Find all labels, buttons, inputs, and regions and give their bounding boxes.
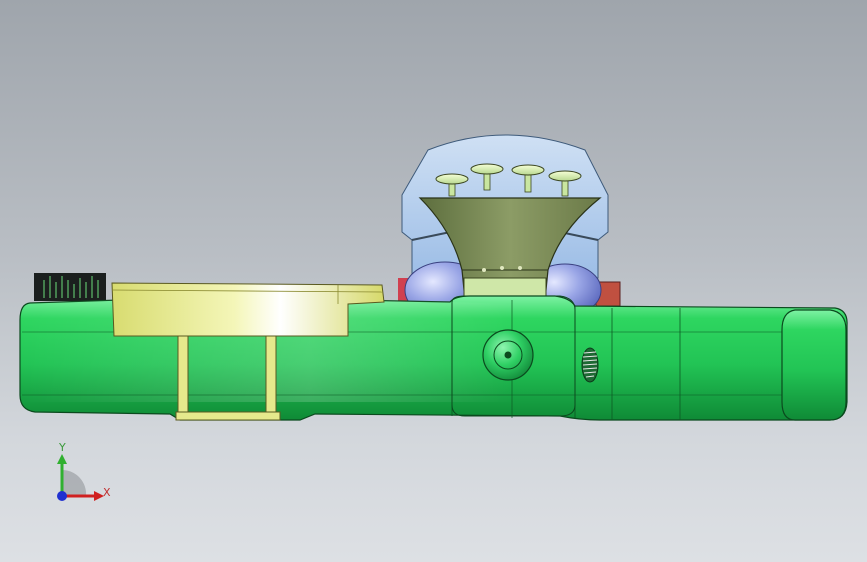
x-axis-label: X [103, 486, 111, 499]
coordinate-triad [57, 454, 104, 501]
cad-model-view[interactable] [0, 0, 867, 562]
spring-detail [581, 347, 599, 383]
y-axis-label: Y [59, 441, 66, 454]
connector-block [34, 273, 106, 301]
end-cap [781, 309, 847, 421]
round-knob [482, 329, 534, 381]
cad-viewport[interactable]: Y X [0, 0, 867, 562]
